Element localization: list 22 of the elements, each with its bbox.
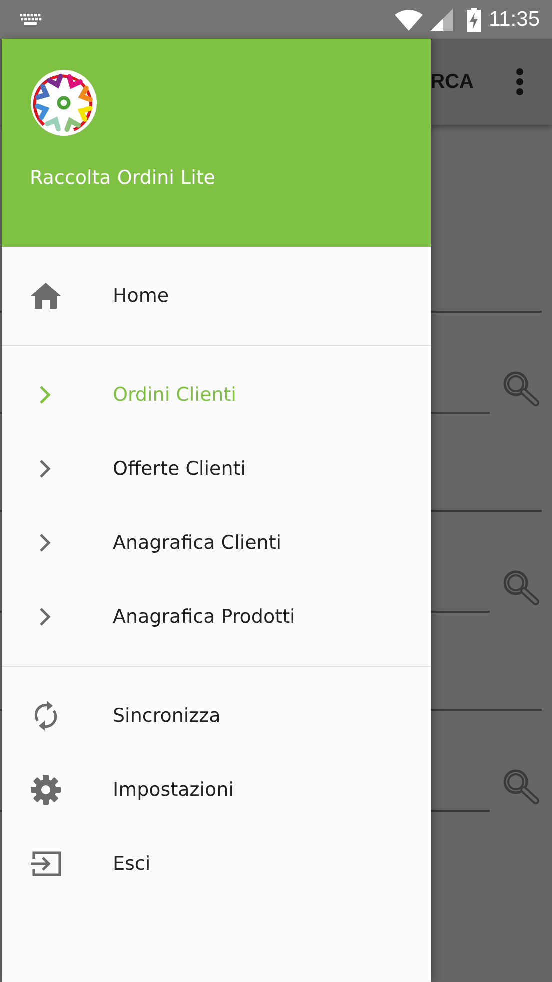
exit-icon <box>30 850 62 878</box>
menu-item[interactable]: Home <box>2 259 431 333</box>
keyboard-icon <box>20 14 42 26</box>
menu-item[interactable]: Impostazioni <box>2 753 431 827</box>
battery-icon <box>467 8 481 32</box>
home-icon <box>30 282 62 310</box>
status-time: 11:35 <box>489 8 540 32</box>
search-icon[interactable] <box>502 370 540 408</box>
menu-item[interactable]: Offerte Clienti <box>2 432 431 506</box>
signal-icon <box>431 8 453 30</box>
app-title: Raccolta Ordini Lite <box>30 167 216 189</box>
menu-item[interactable]: Esci <box>2 827 431 901</box>
wifi-icon <box>395 8 423 30</box>
settings-icon <box>30 774 62 806</box>
app-bar-title: RCA <box>430 70 474 94</box>
menu-item[interactable]: Sincronizza <box>2 679 431 753</box>
menu-item[interactable]: Anagrafica Clienti <box>2 506 431 580</box>
search-icon[interactable] <box>502 569 540 607</box>
search-icon[interactable] <box>502 768 540 806</box>
logo-icon <box>30 69 98 137</box>
overflow-menu-icon[interactable] <box>516 68 524 96</box>
menu-item[interactable]: Anagrafica Prodotti <box>2 580 431 654</box>
